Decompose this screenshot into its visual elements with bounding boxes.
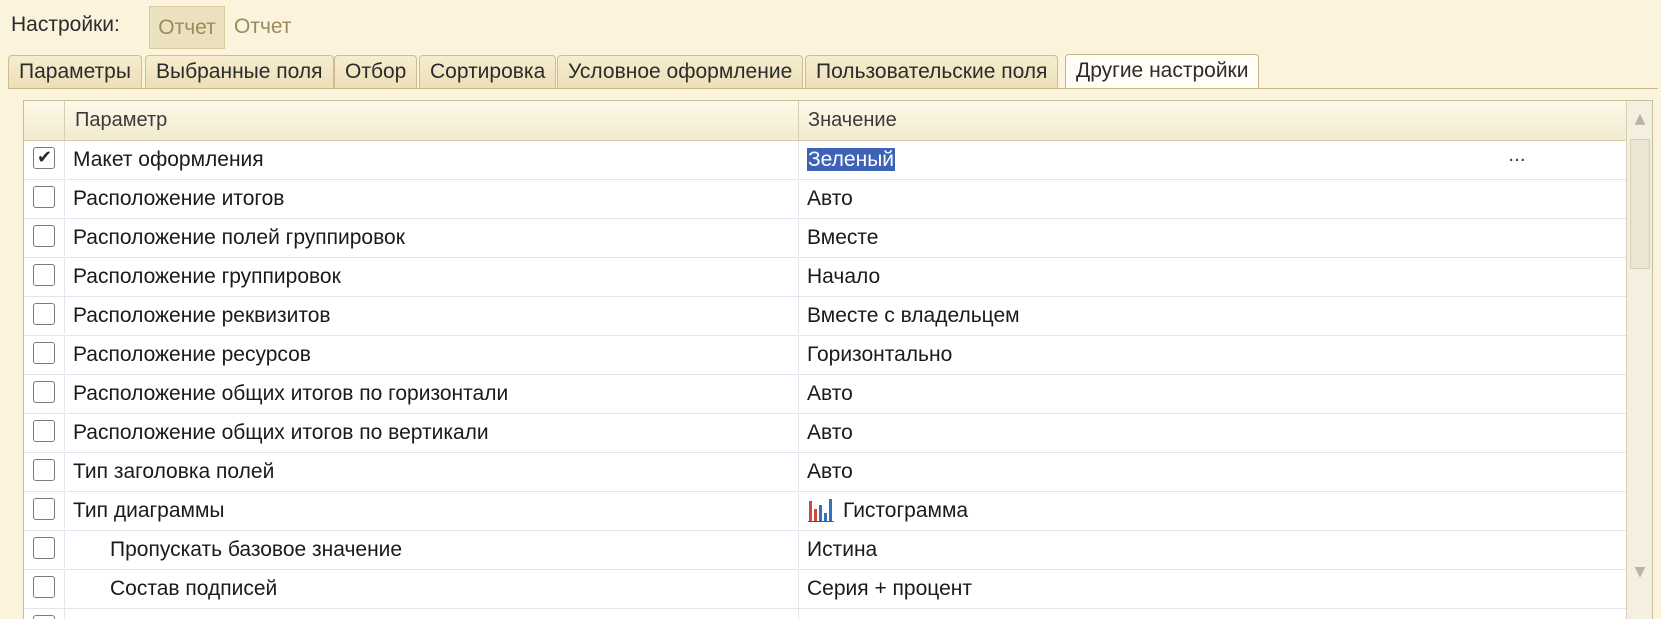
row-checkbox[interactable] [33,537,55,559]
table-row[interactable]: Пропускать базовое значение Истина [24,531,1626,570]
column-header-parameter[interactable]: Параметр [75,101,167,140]
bar-chart-icon [808,499,834,523]
header-divider [64,101,65,140]
table-row[interactable]: Расположение полей группировок Вместе [24,219,1626,258]
table-row[interactable]: Расположение реквизитов Вместе с владель… [24,297,1626,336]
row-checkbox[interactable] [33,342,55,364]
table-row[interactable]: Макет оформления Зеленый ... [24,139,1626,180]
parameter-value[interactable]: Вместе [807,219,878,256]
parameter-name: Тип заголовка полей [73,460,275,483]
tab-divider [8,88,1658,89]
parameter-value[interactable]: Истина [807,531,877,568]
parameter-name: Режим раздвижения [110,609,308,619]
row-checkbox[interactable] [33,381,55,403]
parameter-value[interactable]: Нет [807,609,843,619]
tab-conditional-format[interactable]: Условное оформление [557,55,804,88]
table-row[interactable]: Расположение ресурсов Горизонтально [24,336,1626,375]
table-row[interactable]: Расположение общих итогов по горизонтали… [24,375,1626,414]
grid-header: Параметр Значение [24,101,1626,141]
tab-other-settings[interactable]: Другие настройки [1065,54,1260,89]
parameter-value[interactable]: Начало [807,258,880,295]
row-checkbox[interactable] [33,264,55,286]
settings-grid: Параметр Значение Макет оформления Зелен… [23,100,1653,619]
tab-filter[interactable]: Отбор [334,55,418,88]
parameter-name: Расположение общих итогов по горизонтали [73,382,509,405]
parameter-value[interactable]: Серия + процент [807,570,972,607]
chart-type-value: Гистограмма [843,499,969,522]
row-checkbox[interactable] [33,576,55,598]
table-row[interactable]: Состав подписей Серия + процент [24,570,1626,609]
tab-parameters[interactable]: Параметры [8,55,142,88]
parameter-name: Расположение общих итогов по вертикали [73,421,489,444]
row-checkbox[interactable] [33,303,55,325]
settings-tabs: Параметры Выбранные поля Отбор Сортировк… [8,54,1658,89]
grid-rows: Макет оформления Зеленый ... Расположени… [24,139,1626,619]
parameter-value[interactable]: Авто [807,180,853,217]
vertical-scrollbar[interactable]: ▲ ▼ [1626,101,1652,619]
tab-sorting[interactable]: Сортировка [419,55,557,88]
settings-label: Настройки: [11,13,120,36]
table-row[interactable]: Расположение группировок Начало [24,258,1626,297]
parameter-value[interactable]: Авто [807,375,853,412]
parameter-name: Расположение полей группировок [73,226,405,249]
row-checkbox[interactable] [33,186,55,208]
parameter-name: Макет оформления [73,148,264,171]
parameter-value[interactable]: Зеленый [807,141,896,178]
selected-value-text[interactable]: Зеленый [807,148,896,171]
column-header-value[interactable]: Значение [808,101,897,140]
table-row[interactable]: Тип заголовка полей Авто [24,453,1626,492]
parameter-value[interactable]: Авто [807,414,853,451]
arrow-down-icon[interactable]: ▼ [1630,562,1650,582]
parameter-name: Тип диаграммы [73,499,225,522]
tab-user-fields[interactable]: Пользовательские поля [805,55,1059,88]
parameter-value[interactable]: Авто [807,453,853,490]
table-row[interactable]: Расположение общих итогов по вертикали А… [24,414,1626,453]
parameter-name: Расположение реквизитов [73,304,331,327]
scrollbar-thumb[interactable] [1630,139,1650,269]
row-checkbox[interactable] [33,225,55,247]
parameter-name: Пропускать базовое значение [110,538,403,561]
row-checkbox[interactable] [33,459,55,481]
parameter-name: Состав подписей [110,577,278,600]
header-divider [798,101,799,140]
row-checkbox[interactable] [33,420,55,442]
variant-button[interactable]: Отчет [149,6,225,49]
parameter-value[interactable]: Горизонтально [807,336,952,373]
top-bar: Настройки: Отчет Отчет [0,0,1661,52]
parameter-name: Расположение итогов [73,187,285,210]
tab-selected-fields[interactable]: Выбранные поля [145,55,334,88]
row-checkbox[interactable] [33,498,55,520]
table-row[interactable]: Тип диаграммы Гистограмма [24,492,1626,531]
parameter-name: Расположение ресурсов [73,343,311,366]
row-checkbox[interactable] [33,615,55,619]
arrow-up-icon[interactable]: ▲ [1630,109,1650,129]
table-row[interactable]: Режим раздвижения Нет [24,609,1626,619]
ellipsis-button[interactable]: ... [1504,147,1530,173]
parameter-value[interactable]: Гистограмма [807,492,968,529]
row-checkbox[interactable] [33,139,55,176]
table-row[interactable]: Расположение итогов Авто [24,180,1626,219]
parameter-name: Расположение группировок [73,265,341,288]
variant-link[interactable]: Отчет [234,15,292,39]
parameter-value[interactable]: Вместе с владельцем [807,297,1020,334]
